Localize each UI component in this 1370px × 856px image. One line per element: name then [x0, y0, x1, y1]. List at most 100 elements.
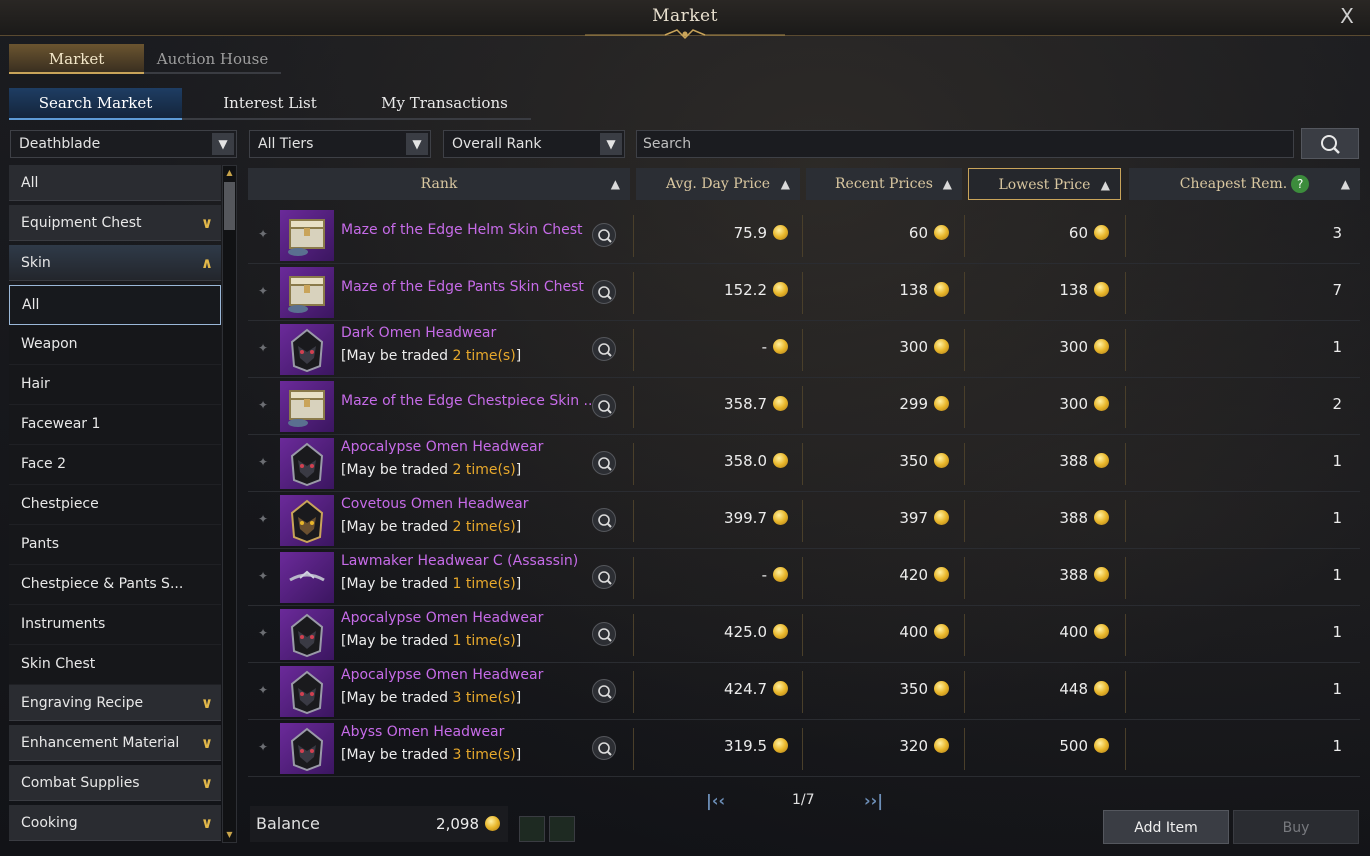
table-row[interactable]: ✦ Covetous Omen Headwear [May be traded 2 …	[248, 492, 1360, 549]
pin-icon[interactable]: ✦	[258, 227, 268, 241]
scroll-up-icon[interactable]: ▲	[224, 167, 235, 179]
table-row[interactable]: ✦ Maze of the Edge Pants Skin Chest 152.2 1…	[248, 264, 1360, 321]
pin-icon[interactable]: ✦	[258, 626, 268, 640]
table-row[interactable]: ✦ Apocalypse Omen Headwear [May be traded …	[248, 663, 1360, 720]
chevron-up-icon: ∧	[200, 254, 213, 272]
sidebar-category[interactable]: Combat Supplies ∨	[9, 765, 221, 801]
preview-button[interactable]	[592, 679, 616, 703]
sort-asc-icon: ▲	[1340, 177, 1350, 191]
column-divider	[1125, 728, 1126, 770]
search-input[interactable]: Search	[636, 130, 1294, 158]
column-divider	[1125, 272, 1126, 314]
sidebar-category[interactable]: All	[9, 165, 221, 201]
pin-icon[interactable]: ✦	[258, 455, 268, 469]
preview-button[interactable]	[592, 508, 616, 532]
pin-icon[interactable]: ✦	[258, 569, 268, 583]
sidebar-scrollbar[interactable]: ▲ ▼	[222, 165, 237, 843]
chevron-down-icon: ∨	[200, 814, 213, 832]
pin-icon[interactable]: ✦	[258, 740, 268, 754]
sidebar-category[interactable]: Skin ∧	[9, 245, 221, 281]
column-divider	[802, 500, 803, 542]
sidebar-subcategory[interactable]: Chestpiece & Pants S...	[9, 565, 221, 605]
lowest-price-value: 388	[1059, 452, 1088, 470]
sidebar-category[interactable]: Engraving Recipe ∨	[9, 685, 221, 721]
sidebar-subcategory[interactable]: Instruments	[9, 605, 221, 645]
item-slot-icon[interactable]	[519, 816, 545, 842]
trade-close: ]	[515, 747, 522, 763]
item-name: Maze of the Edge Pants Skin Chest	[341, 279, 584, 295]
gold-coin-icon	[1094, 510, 1109, 525]
scroll-thumb[interactable]	[224, 182, 235, 230]
recent-price-value: 320	[899, 737, 928, 755]
table-row[interactable]: ✦ Apocalypse Omen Headwear [May be traded …	[248, 435, 1360, 492]
sidebar-category[interactable]: Equipment Chest ∨	[9, 205, 221, 241]
magnifier-icon	[598, 685, 612, 699]
table-row[interactable]: ✦ Apocalypse Omen Headwear [May be traded …	[248, 606, 1360, 663]
sidebar-item-label: Pants	[21, 536, 60, 552]
avg-day-price: 319.5	[724, 737, 788, 755]
col-header-remaining[interactable]: Cheapest Rem.? ▲	[1129, 168, 1360, 200]
pin-icon[interactable]: ✦	[258, 341, 268, 355]
sidebar-subcategory[interactable]: Facewear 1	[9, 405, 221, 445]
tab-auction-house[interactable]: Auction House	[144, 44, 281, 74]
gold-coin-icon	[773, 396, 788, 411]
search-button[interactable]	[1301, 128, 1359, 159]
trade-limit: [May be traded 2 time(s)]	[341, 462, 521, 478]
preview-button[interactable]	[592, 451, 616, 475]
class-dropdown[interactable]: Deathblade ▼	[10, 130, 237, 158]
tab-market[interactable]: Market	[9, 44, 144, 74]
help-icon[interactable]: ?	[1291, 175, 1310, 193]
first-page-icon[interactable]: |‹‹	[706, 791, 725, 810]
recent-price-value: 397	[899, 509, 928, 527]
pin-icon[interactable]: ✦	[258, 398, 268, 412]
item-slot-icon[interactable]	[549, 816, 575, 842]
pin-icon[interactable]: ✦	[258, 284, 268, 298]
preview-button[interactable]	[592, 622, 616, 646]
gold-coin-icon	[773, 339, 788, 354]
preview-button[interactable]	[592, 565, 616, 589]
preview-button[interactable]	[592, 223, 616, 247]
pin-icon[interactable]: ✦	[258, 512, 268, 526]
pin-icon[interactable]: ✦	[258, 683, 268, 697]
scroll-down-icon[interactable]: ▼	[224, 829, 235, 841]
sidebar-category[interactable]: Cooking ∨	[9, 805, 221, 841]
sidebar-subcategory[interactable]: Chestpiece	[9, 485, 221, 525]
tab-my-transactions[interactable]: My Transactions	[358, 88, 531, 120]
table-row[interactable]: ✦ Maze of the Edge Helm Skin Chest 75.9 60 6…	[248, 207, 1360, 264]
sidebar-subcategory[interactable]: Weapon	[9, 325, 221, 365]
tier-dropdown[interactable]: All Tiers ▼	[249, 130, 431, 158]
close-icon[interactable]: X	[1336, 5, 1358, 27]
col-header-avg[interactable]: Avg. Day Price ▲	[636, 168, 800, 200]
table-row[interactable]: ✦ Lawmaker Headwear C (Assassin) [May be t…	[248, 549, 1360, 606]
preview-button[interactable]	[592, 337, 616, 361]
item-thumbnail	[280, 267, 334, 318]
preview-button[interactable]	[592, 736, 616, 760]
col-header-rank[interactable]: Rank ▲	[248, 168, 630, 200]
lowest-price-value: 300	[1059, 338, 1088, 356]
avg-day-price-value: 75.9	[733, 224, 767, 242]
add-item-button[interactable]: Add Item	[1103, 810, 1229, 844]
sidebar-subcategory[interactable]: Skin Chest	[9, 645, 221, 685]
sidebar-subcategory[interactable]: All	[9, 285, 221, 325]
magnifier-icon	[598, 514, 612, 528]
sidebar-subcategory[interactable]: Face 2	[9, 445, 221, 485]
table-row[interactable]: ✦ Abyss Omen Headwear [May be traded 3 tim…	[248, 720, 1360, 777]
table-row[interactable]: ✦ Maze of the Edge Chestpiece Skin ... 358…	[248, 378, 1360, 435]
preview-button[interactable]	[592, 394, 616, 418]
tab-interest-list[interactable]: Interest List	[182, 88, 358, 120]
buy-button[interactable]: Buy	[1233, 810, 1359, 844]
sidebar-subcategory[interactable]: Hair	[9, 365, 221, 405]
sidebar-item-label: All	[21, 175, 39, 191]
sidebar-category[interactable]: Enhancement Material ∨	[9, 725, 221, 761]
col-header-recent[interactable]: Recent Prices ▲	[806, 168, 962, 200]
sidebar-subcategory[interactable]: Pants	[9, 525, 221, 565]
tab-search-market[interactable]: Search Market	[9, 88, 182, 120]
preview-button[interactable]	[592, 280, 616, 304]
sort-dropdown[interactable]: Overall Rank ▼	[443, 130, 625, 158]
col-header-recent-label: Recent Prices	[835, 176, 933, 192]
trade-count: 1 time(s)	[452, 633, 515, 649]
item-thumbnail	[280, 324, 334, 375]
last-page-icon[interactable]: ››|	[864, 791, 883, 810]
col-header-lowest[interactable]: Lowest Price ▲	[968, 168, 1121, 200]
table-row[interactable]: ✦ Dark Omen Headwear [May be traded 2 time…	[248, 321, 1360, 378]
